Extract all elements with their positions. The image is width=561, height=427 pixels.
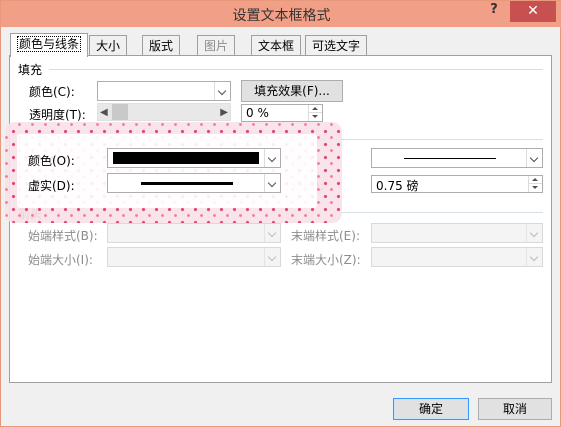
- line-style-select[interactable]: [371, 148, 543, 168]
- chevron-down-icon: [214, 82, 230, 100]
- chevron-down-icon: [264, 224, 280, 242]
- chevron-down-icon: [264, 248, 280, 266]
- close-button[interactable]: ✕: [510, 1, 556, 22]
- help-button[interactable]: ?: [481, 1, 507, 21]
- line-style-preview: [404, 158, 496, 159]
- tab-layout[interactable]: 版式: [142, 35, 181, 55]
- chevron-down-icon: [264, 174, 280, 192]
- spin-up-icon[interactable]: [528, 176, 542, 184]
- begin-size-label: 始端大小(I):: [28, 253, 93, 267]
- chevron-down-icon: [526, 149, 542, 167]
- tab-colors-lines[interactable]: 颜色与线条: [10, 33, 89, 57]
- arrow-left-icon[interactable]: ◀: [100, 107, 108, 118]
- begin-style-select: [107, 223, 281, 243]
- slider-thumb[interactable]: [112, 104, 128, 120]
- fill-section-title: 填充: [18, 63, 43, 77]
- tab-picture: 图片: [197, 35, 236, 55]
- title-bar: 设置文本框格式 ? ✕: [1, 1, 561, 27]
- end-style-select: [371, 223, 543, 243]
- spin-down-icon[interactable]: [528, 184, 542, 192]
- chevron-down-icon: [526, 224, 542, 242]
- line-color-label: 颜色(O):: [28, 154, 75, 168]
- fill-color-select[interactable]: [97, 81, 231, 101]
- tab-alt-text[interactable]: 可选文字: [305, 35, 368, 55]
- end-style-label: 末端样式(E):: [291, 229, 360, 243]
- ok-button[interactable]: 确定: [393, 398, 469, 420]
- end-size-label: 末端大小(Z):: [291, 253, 361, 267]
- dialog-window: 设置文本框格式 ? ✕ 颜色与线条 大小 版式 图片 文本框 可选文字 填充 颜…: [0, 0, 561, 427]
- line-color-swatch: [113, 152, 259, 164]
- line-color-select[interactable]: [107, 148, 281, 168]
- chevron-down-icon: [526, 248, 542, 266]
- transparency-slider[interactable]: ◀ ▶: [97, 103, 231, 121]
- fill-effects-button[interactable]: 填充效果(F)...: [241, 80, 343, 102]
- tab-textbox[interactable]: 文本框: [251, 35, 302, 55]
- transparency-spinner[interactable]: 0 %: [241, 104, 323, 122]
- spin-down-icon[interactable]: [308, 113, 322, 121]
- fill-separator: [49, 69, 543, 70]
- cancel-button[interactable]: 取消: [478, 398, 552, 420]
- arrow-right-icon[interactable]: ▶: [220, 107, 228, 118]
- transparency-label: 透明度(T):: [29, 108, 86, 122]
- begin-size-select: [107, 247, 281, 267]
- dash-label: 虚实(D):: [28, 179, 75, 193]
- dash-select[interactable]: [107, 173, 281, 193]
- sticker-blank-area: [17, 134, 317, 208]
- end-size-select: [371, 247, 543, 267]
- weight-value: 0.75 磅: [376, 179, 419, 193]
- window-title: 设置文本框格式: [232, 8, 331, 24]
- transparency-value: 0 %: [246, 106, 269, 120]
- weight-spinner[interactable]: 0.75 磅: [371, 175, 543, 193]
- dash-preview: [141, 182, 233, 185]
- fill-color-label: 颜色(C):: [29, 85, 75, 99]
- chevron-down-icon: [264, 149, 280, 167]
- begin-style-label: 始端样式(B):: [28, 229, 98, 243]
- spin-up-icon[interactable]: [308, 105, 322, 113]
- tab-size[interactable]: 大小: [89, 35, 128, 55]
